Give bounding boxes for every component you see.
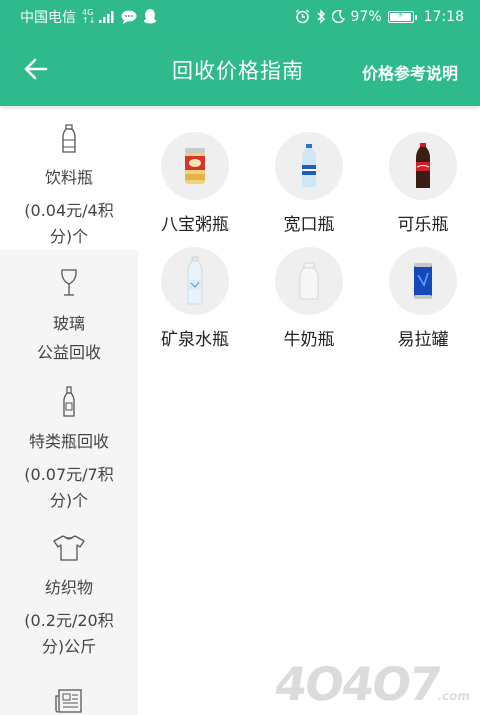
sidebar-item-glass[interactable]: 玻璃 公益回收 (0, 250, 138, 370)
category-sidebar: 饮料瓶 (0.04元/4积分)个 玻璃 公益回收 特类瓶回收 (0.07元/7积… (0, 106, 138, 715)
sidebar-item-price: (0.04元/4积分)个 (24, 201, 114, 246)
signal-icon (99, 10, 115, 23)
sidebar-item-price: (0.2元/20积分)公斤 (24, 611, 114, 656)
item-congee-can[interactable]: 八宝粥瓶 (138, 106, 252, 236)
item-mineral-water-bottle[interactable]: 矿泉水瓶 (138, 221, 252, 351)
arrow-left-icon (24, 58, 48, 80)
wine-glass-icon (59, 264, 79, 298)
sidebar-item-drink-bottle[interactable]: 饮料瓶 (0.04元/4积分)个 (0, 106, 138, 250)
price-reference-link[interactable]: 价格参考说明 (362, 60, 458, 84)
milk-bottle-icon (275, 247, 343, 315)
mineral-water-bottle-icon (161, 247, 229, 315)
water-bottle-icon (275, 132, 343, 200)
sidebar-item-price: 公益回收 (36, 343, 101, 362)
soda-can-icon (389, 247, 457, 315)
sidebar-item-special-bottle[interactable]: 特类瓶回收 (0.07元/7积分)个 (0, 370, 138, 514)
status-bar: 中国电信 4G ↑↓ 97% ⚡ 17:18 (0, 0, 480, 33)
cola-bottle-icon (389, 132, 457, 200)
message-icon (121, 10, 137, 24)
sidebar-item-label: 特类瓶回收 (28, 432, 109, 451)
moon-icon (331, 10, 345, 23)
bluetooth-icon (316, 9, 326, 24)
qq-icon (143, 9, 157, 24)
newspaper-icon (55, 680, 83, 714)
battery-icon: ⚡ (387, 10, 417, 23)
item-label: 矿泉水瓶 (161, 330, 229, 350)
item-label: 牛奶瓶 (283, 330, 335, 350)
sidebar-item-price: (0.07元/7积分)个 (24, 465, 114, 510)
bottle-icon (61, 120, 77, 154)
page-title: 回收价格指南 (172, 59, 304, 83)
congee-can-icon (161, 132, 229, 200)
sidebar-item-paper[interactable] (0, 666, 138, 715)
item-wide-mouth-bottle[interactable]: 宽口瓶 (252, 106, 366, 236)
alarm-icon (295, 9, 310, 24)
item-milk-bottle[interactable]: 牛奶瓶 (252, 221, 366, 351)
sidebar-item-label: 玻璃 (52, 314, 85, 333)
item-grid: 八宝粥瓶 宽口瓶 可乐瓶 矿泉水瓶 牛奶瓶 易拉罐 (138, 106, 480, 366)
watermark-logo: 4O4O7.com (271, 657, 472, 711)
slim-bottle-icon (62, 384, 76, 418)
back-button[interactable] (18, 53, 54, 85)
sidebar-item-label: 饮料瓶 (44, 168, 93, 187)
network-type: 4G ↑↓ (82, 7, 96, 25)
item-soda-can[interactable]: 易拉罐 (366, 221, 480, 351)
app-bar: 回收价格指南 价格参考说明 (0, 33, 480, 106)
sidebar-item-textile[interactable]: 纺织物 (0.2元/20积分)公斤 (0, 514, 138, 666)
item-label: 易拉罐 (397, 330, 449, 350)
item-cola-bottle[interactable]: 可乐瓶 (366, 106, 480, 236)
battery-percent: 97% (350, 8, 382, 25)
sidebar-item-label: 纺织物 (44, 578, 93, 597)
tshirt-icon (52, 528, 86, 562)
carrier-label: 中国电信 (20, 9, 76, 26)
clock: 17:18 (423, 8, 464, 25)
